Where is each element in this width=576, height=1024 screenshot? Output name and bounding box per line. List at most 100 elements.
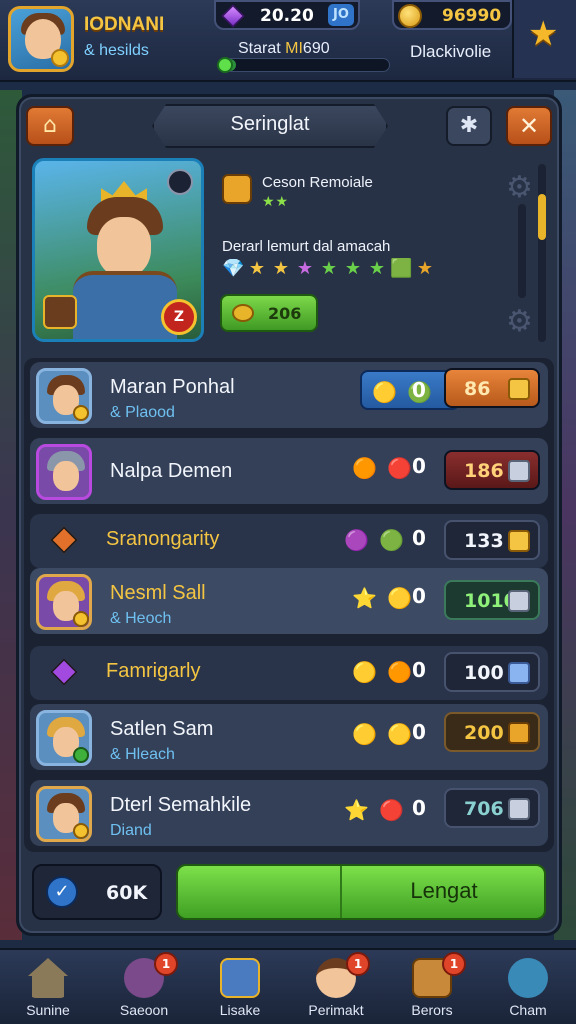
reward-item-icon: ★ [272,258,290,279]
gear-icon: ✱ [459,113,479,138]
item-count: 0 [412,796,426,820]
hero-level-badge: Z [161,299,197,335]
gem-icon [508,662,530,684]
eye-icon[interactable] [167,169,193,195]
player-name: IODNANI [84,14,165,35]
item-icons: ⭐ 🔴 [344,798,407,822]
status-highlight: MI [285,40,303,57]
currency-icon [508,590,530,612]
category-name: Sranongarity [106,528,220,550]
item-icons: 🟡 🟠 [352,660,415,684]
xp-dot-icon [217,57,233,73]
progress-button[interactable]: 206 [220,294,318,332]
progress-value: 206 [268,304,302,323]
category-name: Famrigarly [106,660,201,682]
item-count: 0 [412,378,426,402]
scrollbar-thumb[interactable] [538,194,546,240]
list-item[interactable]: Satlen Sam & Hleach 🟡 🟡 0 200 [30,704,548,770]
reward-item-icon: ★ [368,258,386,279]
price-button[interactable]: 133 [444,520,540,560]
nav-label: Lisake [219,1002,261,1018]
reward-item-icon: ★ [296,258,314,279]
row-subtitle: & Plaood [110,404,175,421]
price-button[interactable]: 100 [444,652,540,692]
category-header[interactable]: Famrigarly 🟡 🟠 0 100 [30,646,548,700]
avatar [36,444,92,500]
nav-item-home[interactable]: Sunine [0,950,96,1024]
confirm-button[interactable]: Lengat [176,864,546,920]
price-button[interactable]: 186 [444,450,540,490]
favorites-button[interactable]: ★ [512,0,576,78]
reward-label: Derarl lemurt dal amacah [222,238,391,255]
nav-item-chat[interactable]: Cham [480,950,576,1024]
nav-label: Cham [509,1002,547,1018]
nav-item-market[interactable]: 1 Perimakt [288,950,384,1024]
currency-icon [508,798,530,820]
confirm-label: Lengat [410,878,478,903]
nav-item-heroes[interactable]: 1 Saeoon [96,950,192,1024]
chat-icon [508,958,548,998]
settings-button[interactable]: ✱ [446,106,492,146]
gear-icon: ⚙ [506,170,533,205]
add-gems-button[interactable]: JO [328,4,354,26]
nav-label: Perimakt [308,1002,364,1018]
row-subtitle: & Heoch [110,610,172,627]
reward-item-icon: 💎 [222,258,245,279]
map-icon [220,958,260,998]
nav-label: Saeoon [119,1002,169,1018]
item-icons: 🟡 🟡 [352,722,415,746]
slider-track[interactable] [518,204,526,298]
reward-item-icon: 🟩 [390,258,413,279]
price-button[interactable]: 86 [444,368,540,408]
price-button[interactable]: 200 [444,712,540,752]
star-icon: ★ [528,14,559,54]
coin-value: 96990 [442,6,502,26]
close-button[interactable]: ✕ [506,106,552,146]
status-prefix: Starat [238,40,286,57]
coin-counter: 96990 [392,0,512,30]
region-label: Dlackivolie [410,42,492,61]
gem-value: 20.20 [260,6,314,26]
category-header[interactable]: Sranongarity 🟣 🟢 0 133 [30,514,548,568]
nav-item-map[interactable]: Lisake [192,950,288,1024]
selection-counter[interactable]: ✓ 60K [32,864,162,920]
notification-badge: 1 [442,952,466,976]
nav-item-chest[interactable]: 1 Berors [384,950,480,1024]
player-avatar[interactable] [8,6,74,72]
item-icons: ⭐ 🟡 [352,586,415,610]
price-button[interactable]: 706 [444,788,540,828]
bottom-nav: Sunine 1 Saeoon Lisake 1 Perimakt 1 Bero… [0,948,576,1024]
row-name: Dterl Semahkile [110,794,252,816]
quest-icon [222,174,252,204]
player-subtitle: & hesilds [84,42,149,59]
scrollbar-track[interactable] [538,164,546,342]
list-item[interactable]: Dterl Semahkile Diand ⭐ 🔴 0 706 [30,780,548,846]
coin-icon [398,4,422,28]
row-name: Nesml Sall [110,582,206,604]
home-button[interactable]: ⌂ [26,106,74,146]
price-value: 186 [464,460,504,482]
category-icon [50,526,78,554]
quest-title: Ceson Remoiale [262,174,373,191]
category-icon [50,658,78,686]
gem-icon [221,4,245,28]
hero-face [97,217,151,277]
coin-icon [232,304,254,322]
item-count: 0 [412,720,426,744]
counter-value: 60K [106,882,148,904]
list-item[interactable]: Nalpa Demen 🟠 🔴 0 186 [30,438,548,504]
currency-icon [508,460,530,482]
reward-item-icon: ★ [416,258,434,279]
avatar [36,574,92,630]
quest-stars: ★★ [262,194,290,210]
hero-portrait[interactable]: Z [32,158,204,342]
price-button[interactable]: 1010 [444,580,540,620]
list-item[interactable]: Maran Ponhal & Plaood 🟡 🟢 0 86 [30,362,548,428]
row-name: Satlen Sam [110,718,214,740]
gear-icon: ⚙ [506,304,533,339]
avatar [36,786,92,842]
list-item-selected[interactable]: Nesml Sall & Heoch ⭐ 🟡 0 1010 [30,568,548,634]
item-count: 0 [412,454,426,478]
price-value: 200 [464,722,504,744]
notification-badge: 1 [346,952,370,976]
